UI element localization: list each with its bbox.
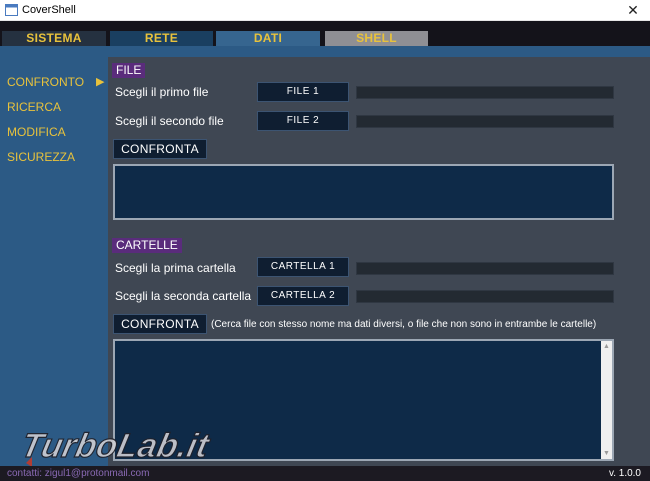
folder-2-button[interactable]: CARTELLA 2 (257, 286, 349, 306)
scroll-up-icon[interactable]: ▲ (601, 341, 612, 352)
file-section-title: FILE (112, 63, 146, 78)
second-file-label: Scegli il secondo file (115, 114, 224, 128)
tab-shell[interactable]: SHELL (325, 31, 428, 46)
version-label: v. 1.0.0 (608, 468, 641, 479)
main-window: SISTEMA RETE DATI SHELL CONFRONTO ▶ RICE… (0, 21, 650, 481)
file-2-path-field[interactable] (356, 115, 614, 128)
compare-files-button[interactable]: CONFRONTA (113, 139, 207, 159)
contact-email: contatti: zigul1@protonmail.com (7, 468, 150, 479)
folder-compare-note: (Cerca file con stesso nome ma dati dive… (211, 319, 597, 330)
file-1-button[interactable]: FILE 1 (257, 82, 349, 102)
first-folder-label: Scegli la prima cartella (115, 261, 236, 275)
footer: contatti: zigul1@protonmail.com v. 1.0.0 (0, 466, 650, 481)
folder-1-button[interactable]: CARTELLA 1 (257, 257, 349, 277)
output-scrollbar[interactable]: ▲ ▼ (601, 341, 612, 459)
compare-folders-button[interactable]: CONFRONTA (113, 314, 207, 334)
header-band (0, 46, 650, 57)
scroll-down-icon[interactable]: ▼ (601, 448, 612, 459)
file-2-button[interactable]: FILE 2 (257, 111, 349, 131)
first-file-label: Scegli il primo file (115, 85, 209, 99)
sidebar-item-ricerca[interactable]: RICERCA (7, 100, 61, 114)
tab-rete[interactable]: RETE (110, 31, 213, 46)
folder-1-path-field[interactable] (356, 262, 614, 275)
sidebar-item-sicurezza[interactable]: SICUREZZA (7, 150, 75, 164)
title-bar: CoverShell ✕ (0, 0, 650, 21)
watermark-text: TurboLab.it (18, 427, 214, 465)
file-compare-output[interactable] (113, 164, 614, 220)
file-1-path-field[interactable] (356, 86, 614, 99)
tab-dati[interactable]: DATI (216, 31, 320, 46)
active-arrow-icon: ▶ (96, 76, 105, 88)
tab-bar: SISTEMA RETE DATI SHELL (0, 21, 650, 46)
tab-sistema[interactable]: SISTEMA (2, 31, 106, 46)
second-folder-label: Scegli la seconda cartella (115, 289, 252, 303)
sidebar-item-modifica[interactable]: MODIFICA (7, 125, 66, 139)
window-title: CoverShell (22, 4, 76, 16)
folder-section-title: CARTELLE (112, 238, 182, 253)
app-window-icon (5, 4, 18, 16)
close-button[interactable]: ✕ (616, 0, 650, 21)
folder-2-path-field[interactable] (356, 290, 614, 303)
sidebar (0, 57, 108, 466)
sidebar-item-confronto[interactable]: CONFRONTO (7, 75, 84, 89)
